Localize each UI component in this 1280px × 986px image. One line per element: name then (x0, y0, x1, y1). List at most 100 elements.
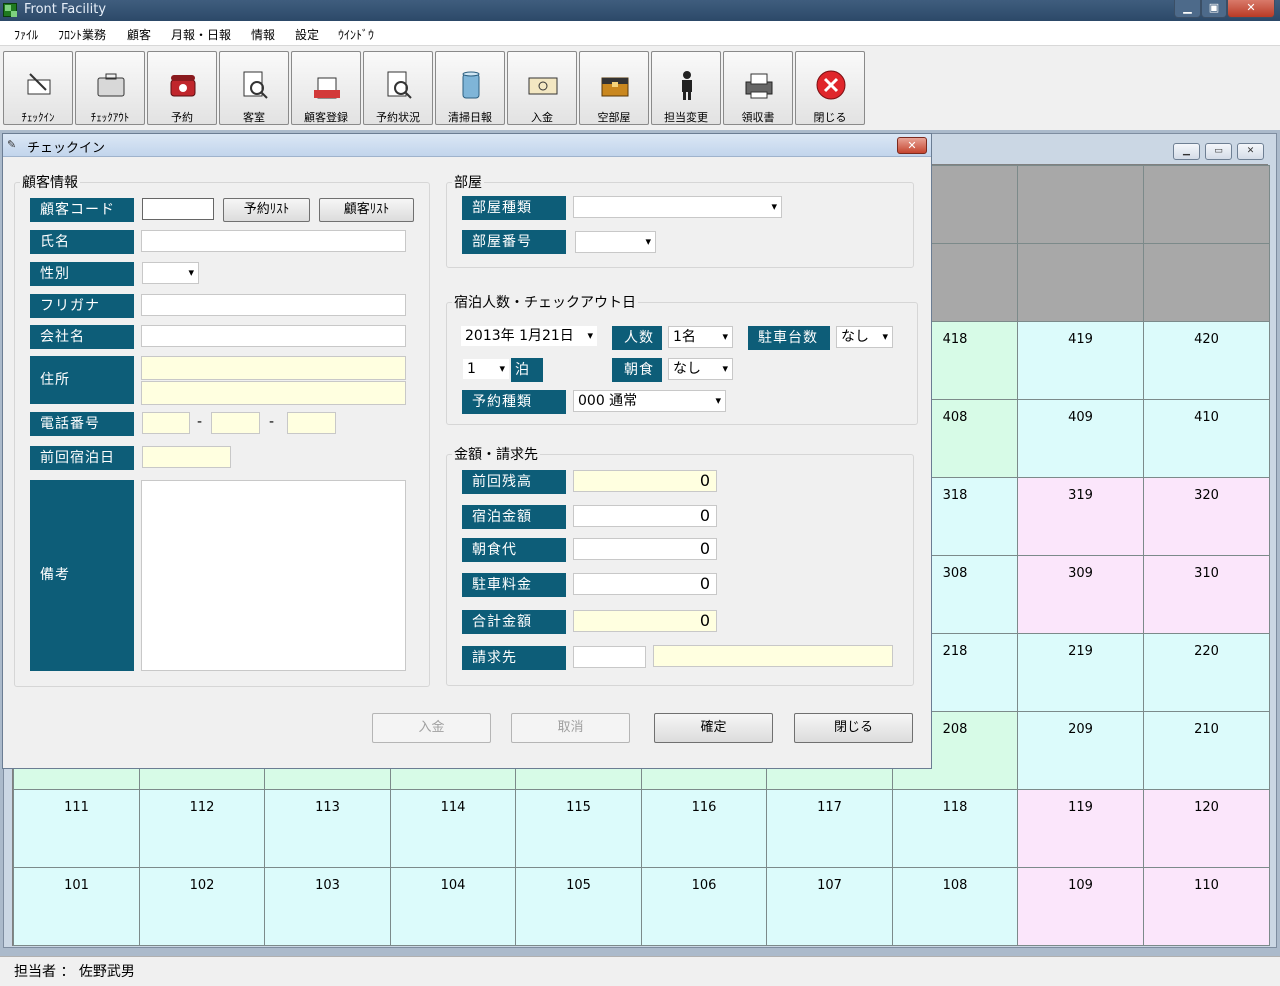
stay-group-title: 宿泊人数・チェックアウト日 (452, 292, 638, 312)
room-cell[interactable]: 309 (1017, 555, 1144, 634)
room-cell-empty[interactable] (1017, 165, 1144, 244)
room-cell[interactable]: 103 (264, 867, 391, 946)
room-cell[interactable]: 114 (390, 789, 516, 868)
menu-settings[interactable]: 設定 (295, 26, 319, 43)
room-cell[interactable]: 104 (390, 867, 516, 946)
room-cell-empty[interactable] (1143, 165, 1270, 244)
maximize-icon[interactable]: ▣ (1201, 0, 1227, 18)
room-cell[interactable]: 110 (1143, 867, 1270, 946)
reservation-type-select[interactable]: 000 通常 (573, 390, 726, 412)
checkin-icon (24, 70, 54, 100)
room-cell[interactable]: 419 (1017, 321, 1144, 400)
close-button[interactable]: 閉じる (794, 713, 913, 743)
nights-select[interactable]: 1 (462, 358, 510, 380)
menu-info[interactable]: 情報 (251, 26, 275, 43)
dialog-titlebar: ✎ チェックイン ✕ (3, 134, 931, 157)
furigana-field[interactable] (141, 294, 406, 316)
room-cell[interactable]: 320 (1143, 477, 1270, 556)
name-label: 氏名 (30, 230, 134, 254)
address-line1-field[interactable] (141, 356, 406, 380)
toolbar-receipt-button[interactable]: 領収書 (723, 51, 793, 125)
phone-part1-field[interactable] (142, 412, 190, 434)
billing-code-field[interactable] (573, 646, 646, 668)
room-cell[interactable]: 210 (1143, 711, 1270, 790)
room-cell[interactable]: 113 (264, 789, 391, 868)
customer-list-button[interactable]: 顧客ﾘｽﾄ (319, 198, 414, 222)
menu-front-ops[interactable]: ﾌﾛﾝﾄ業務 (58, 26, 106, 43)
minimize-icon[interactable]: ▁ (1174, 0, 1201, 18)
toolbar-reservation-button[interactable]: 予約 (147, 51, 217, 125)
checkout-date-picker[interactable]: 2013年 1月21日 (460, 325, 598, 347)
breakfast-select[interactable]: なし (668, 358, 733, 380)
menu-bar: ﾌｧｲﾙ ﾌﾛﾝﾄ業務 顧客 月報・日報 情報 設定 ｳｲﾝﾄﾞｳ (0, 21, 1280, 46)
people-select[interactable]: 1名 (668, 326, 733, 348)
room-cell[interactable]: 111 (13, 789, 140, 868)
confirm-button[interactable]: 確定 (654, 713, 773, 743)
dialog-title: チェックイン (27, 141, 106, 156)
room-cell[interactable]: 108 (892, 867, 1018, 946)
room-cell[interactable]: 220 (1143, 633, 1270, 712)
room-window-close-icon[interactable]: ✕ (1237, 143, 1264, 160)
room-cell[interactable]: 118 (892, 789, 1018, 868)
room-cell[interactable]: 117 (766, 789, 893, 868)
room-cell[interactable]: 112 (139, 789, 265, 868)
room-cell[interactable]: 219 (1017, 633, 1144, 712)
room-window-restore-icon[interactable]: ▭ (1205, 143, 1232, 160)
payment-button[interactable]: 入金 (372, 713, 491, 743)
stay-fee-field[interactable]: 0 (573, 505, 717, 527)
room-cell[interactable]: 209 (1017, 711, 1144, 790)
gender-select[interactable] (142, 262, 199, 284)
room-cell[interactable]: 105 (515, 867, 642, 946)
toolbar-checkout-button[interactable]: ﾁｪｯｸｱｳﾄ (75, 51, 145, 125)
room-cell[interactable]: 409 (1017, 399, 1144, 478)
room-cell-empty[interactable] (1143, 243, 1270, 322)
room-window-minimize-icon[interactable]: ▁ (1173, 143, 1200, 160)
cancel-button[interactable]: 取消 (511, 713, 630, 743)
toolbar-payment-button[interactable]: 入金 (507, 51, 577, 125)
room-cell[interactable]: 420 (1143, 321, 1270, 400)
toolbar-close-button[interactable]: 閉じる (795, 51, 865, 125)
customer-code-field[interactable] (142, 198, 214, 220)
dialog-close-icon[interactable]: ✕ (897, 137, 927, 154)
menu-file[interactable]: ﾌｧｲﾙ (14, 26, 38, 43)
room-cell[interactable]: 120 (1143, 789, 1270, 868)
menu-customer[interactable]: 顧客 (127, 26, 151, 43)
close-icon[interactable]: ✕ (1227, 0, 1275, 18)
total-field: 0 (573, 610, 717, 632)
checkin-dialog-icon: ✎ (7, 138, 17, 151)
room-cell[interactable]: 310 (1143, 555, 1270, 634)
room-cell[interactable]: 410 (1143, 399, 1270, 478)
room-cell[interactable]: 101 (13, 867, 140, 946)
room-cell-empty[interactable] (1017, 243, 1144, 322)
room-cell[interactable]: 319 (1017, 477, 1144, 556)
address-line2-field[interactable] (141, 381, 406, 405)
breakfast-fee-field[interactable]: 0 (573, 538, 717, 560)
menu-reports[interactable]: 月報・日報 (171, 26, 231, 43)
reservation-list-button[interactable]: 予約ﾘｽﾄ (223, 198, 310, 222)
room-cell[interactable]: 115 (515, 789, 642, 868)
room-cell[interactable]: 109 (1017, 867, 1144, 946)
toolbar-reservation-status-button[interactable]: 予約状況 (363, 51, 433, 125)
name-field[interactable] (141, 230, 406, 252)
room-search-icon (240, 70, 270, 100)
toolbar-room-button[interactable]: 客室 (219, 51, 289, 125)
company-field[interactable] (141, 325, 406, 347)
notes-textarea[interactable] (141, 480, 406, 671)
room-type-select[interactable] (573, 196, 782, 218)
room-cell[interactable]: 119 (1017, 789, 1144, 868)
room-cell[interactable]: 116 (641, 789, 767, 868)
menu-window[interactable]: ｳｲﾝﾄﾞｳ (338, 26, 374, 43)
parking-count-select[interactable]: なし (836, 326, 893, 348)
phone-part2-field[interactable] (211, 412, 260, 434)
room-cell[interactable]: 106 (641, 867, 767, 946)
toolbar-cleaning-report-button[interactable]: 清掃日報 (435, 51, 505, 125)
parking-fee-field[interactable]: 0 (573, 573, 717, 595)
toolbar-vacancy-button[interactable]: 空部屋 (579, 51, 649, 125)
room-number-select[interactable] (575, 231, 656, 253)
toolbar-staff-change-button[interactable]: 担当変更 (651, 51, 721, 125)
phone-part3-field[interactable] (287, 412, 336, 434)
toolbar-customer-register-button[interactable]: 顧客登録 (291, 51, 361, 125)
toolbar-checkin-button[interactable]: ﾁｪｯｸｲﾝ (3, 51, 73, 125)
room-cell[interactable]: 107 (766, 867, 893, 946)
room-cell[interactable]: 102 (139, 867, 265, 946)
